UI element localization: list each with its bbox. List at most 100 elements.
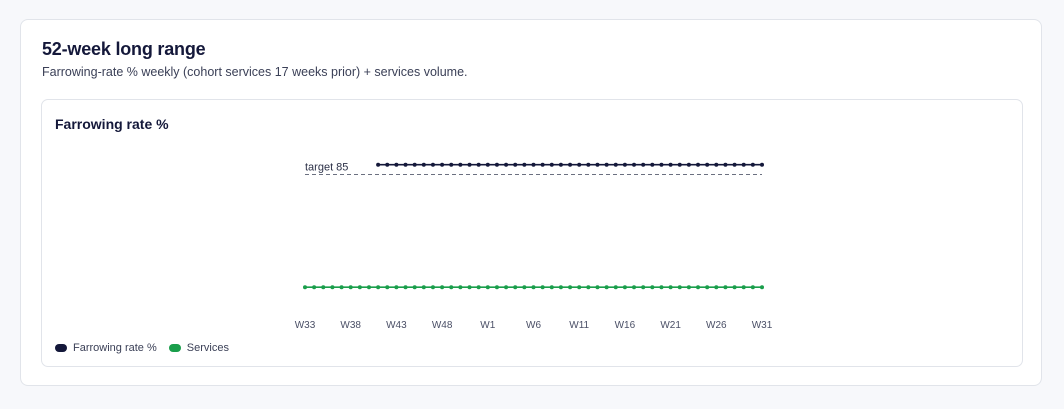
services-point[interactable] (394, 285, 399, 290)
farrowing-rate-point[interactable] (485, 162, 490, 167)
services-point[interactable] (357, 285, 362, 290)
services-point[interactable] (558, 285, 563, 290)
farrowing-rate-point[interactable] (504, 162, 509, 167)
farrowing-rate-point[interactable] (641, 162, 646, 167)
farrowing-rate-point[interactable] (714, 162, 719, 167)
farrowing-rate-point[interactable] (632, 162, 637, 167)
services-point[interactable] (595, 285, 600, 290)
services-point[interactable] (750, 285, 755, 290)
legend-item-farrowing[interactable]: Farrowing rate % (55, 342, 157, 354)
farrowing-rate-point[interactable] (467, 162, 472, 167)
services-point[interactable] (577, 285, 582, 290)
farrowing-rate-point[interactable] (540, 162, 545, 167)
farrowing-rate-point[interactable] (705, 162, 710, 167)
services-point[interactable] (540, 285, 545, 290)
x-tick-label: W31 (752, 320, 773, 331)
services-point[interactable] (412, 285, 417, 290)
farrowing-rate-point[interactable] (440, 162, 445, 167)
services-point[interactable] (403, 285, 408, 290)
farrowing-rate-point[interactable] (412, 162, 417, 167)
services-point[interactable] (385, 285, 390, 290)
farrowing-rate-point[interactable] (586, 162, 591, 167)
services-point[interactable] (650, 285, 655, 290)
services-point[interactable] (641, 285, 646, 290)
services-point[interactable] (622, 285, 627, 290)
farrowing-rate-point[interactable] (723, 162, 728, 167)
services-point[interactable] (522, 285, 527, 290)
services-point[interactable] (330, 285, 335, 290)
services-point[interactable] (430, 285, 435, 290)
services-point[interactable] (686, 285, 691, 290)
farrowing-rate-point[interactable] (659, 162, 664, 167)
services-point[interactable] (568, 285, 573, 290)
farrowing-rate-point[interactable] (677, 162, 682, 167)
services-point[interactable] (723, 285, 728, 290)
services-point[interactable] (321, 285, 326, 290)
services-point[interactable] (732, 285, 737, 290)
services-point[interactable] (604, 285, 609, 290)
farrowing-rate-point[interactable] (650, 162, 655, 167)
services-point[interactable] (586, 285, 591, 290)
services-point[interactable] (312, 285, 317, 290)
farrowing-rate-point[interactable] (686, 162, 691, 167)
services-point[interactable] (531, 285, 536, 290)
farrowing-rate-point[interactable] (403, 162, 408, 167)
services-point[interactable] (613, 285, 618, 290)
services-point[interactable] (440, 285, 445, 290)
services-point[interactable] (303, 285, 307, 290)
services-point[interactable] (458, 285, 463, 290)
services-point[interactable] (421, 285, 426, 290)
services-point[interactable] (714, 285, 719, 290)
farrowing-rate-point[interactable] (430, 162, 435, 167)
farrowing-rate-point[interactable] (577, 162, 582, 167)
farrowing-rate-point[interactable] (385, 162, 390, 167)
farrowing-rate-point[interactable] (568, 162, 573, 167)
long-range-panel: 52-week long range Farrowing-rate % week… (20, 19, 1042, 386)
services-point[interactable] (348, 285, 353, 290)
services-point[interactable] (485, 285, 490, 290)
farrowing-rate-point[interactable] (549, 162, 554, 167)
x-tick-label: W38 (340, 320, 361, 331)
services-point[interactable] (668, 285, 673, 290)
farrowing-rate-point[interactable] (376, 162, 381, 167)
farrowing-rate-point[interactable] (558, 162, 563, 167)
farrowing-rate-point[interactable] (494, 162, 499, 167)
services-point[interactable] (632, 285, 637, 290)
farrowing-rate-point[interactable] (531, 162, 536, 167)
legend-item-services[interactable]: Services (168, 342, 229, 354)
farrowing-rate-point[interactable] (421, 162, 426, 167)
services-point[interactable] (659, 285, 664, 290)
farrowing-rate-point[interactable] (750, 162, 755, 167)
farrowing-rate-point[interactable] (741, 162, 746, 167)
farrowing-rate-point[interactable] (513, 162, 518, 167)
farrowing-rate-point[interactable] (613, 162, 618, 167)
farrowing-rate-point[interactable] (732, 162, 737, 167)
services-point[interactable] (476, 285, 481, 290)
services-point[interactable] (339, 285, 344, 290)
farrowing-rate-point[interactable] (522, 162, 527, 167)
farrowing-rate-chart: target 85 W33 W38 W43 W48 W1 W6 W11 W16 W21 W26 W3… (295, 162, 773, 332)
services-point[interactable] (376, 285, 381, 290)
farrowing-rate-point[interactable] (668, 162, 673, 167)
services-point[interactable] (760, 285, 764, 290)
services-point[interactable] (549, 285, 554, 290)
services-point[interactable] (504, 285, 509, 290)
services-point[interactable] (467, 285, 472, 290)
services-point[interactable] (494, 285, 499, 290)
farrowing-rate-point[interactable] (476, 162, 481, 167)
farrowing-rate-point[interactable] (622, 162, 627, 167)
farrowing-rate-point[interactable] (394, 162, 399, 167)
farrowing-rate-point[interactable] (595, 162, 600, 167)
farrowing-rate-point[interactable] (458, 162, 463, 167)
services-point[interactable] (677, 285, 682, 290)
services-point[interactable] (705, 285, 710, 290)
farrowing-rate-point[interactable] (604, 162, 609, 167)
services-point[interactable] (696, 285, 701, 290)
farrowing-rate-point[interactable] (696, 162, 701, 167)
services-point[interactable] (741, 285, 746, 290)
farrowing-rate-point[interactable] (760, 162, 764, 167)
services-point[interactable] (513, 285, 518, 290)
services-point[interactable] (449, 285, 454, 290)
farrowing-rate-point[interactable] (449, 162, 454, 167)
services-point[interactable] (366, 285, 371, 290)
